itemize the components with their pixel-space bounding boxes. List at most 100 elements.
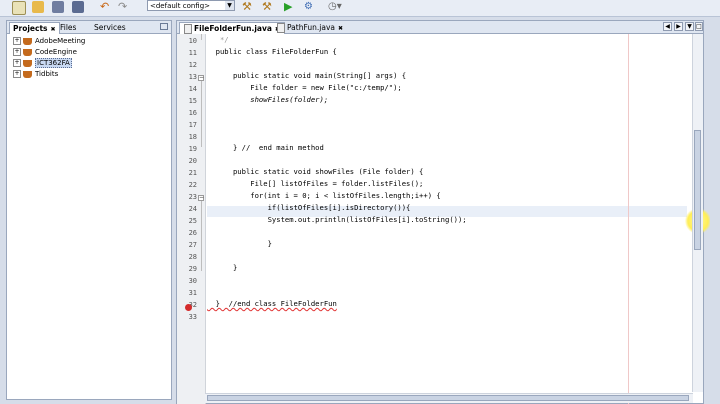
line-number: 18 [188, 133, 197, 141]
line-number: 11 [188, 49, 197, 57]
code-text: public static void main(String[] args) { [207, 71, 407, 80]
line-number: 14 [188, 85, 197, 93]
tree-item[interactable]: + CodeEngine [13, 47, 77, 57]
code-line: for(int i = 0; i < listOfFiles.length;i+… [207, 190, 440, 202]
tree-item[interactable]: + AdobeMeeting [13, 36, 85, 46]
tab-label: Services [94, 23, 126, 32]
line-number: 33 [188, 313, 197, 321]
editor-tabs: FileFolderFun.java✖ PathFun.java✖ ◀ ▶ ▼ … [177, 21, 703, 34]
close-icon[interactable]: ✖ [338, 25, 343, 32]
line-number-gutter: 10 11 12 13 14 15 16 17 18 19 20 21 22 2… [177, 34, 206, 404]
java-project-icon [23, 37, 32, 45]
code-line: } //end class FileFolderFun [207, 298, 337, 310]
vertical-scroll-thumb[interactable] [694, 130, 701, 250]
tree-item-label: ICT362FA [35, 58, 72, 68]
code-line: } [207, 238, 272, 250]
main-toolbar: ↶ ↷ <default config> ▼ ⚒ ⚒ ▶ ⚙ ◷▾ [0, 0, 720, 17]
line-number: 30 [188, 277, 197, 285]
java-project-icon [23, 70, 32, 78]
undo-icon[interactable]: ↶ [100, 1, 112, 13]
code-line: showFiles(folder); [207, 94, 328, 106]
code-line: System.out.println(listOfFiles[i].toStri… [207, 214, 467, 226]
line-number: 28 [188, 253, 197, 261]
line-number: 27 [188, 241, 197, 249]
line-number: 12 [188, 61, 197, 69]
vertical-scrollbar[interactable] [692, 34, 703, 392]
line-number: 16 [188, 109, 197, 117]
scroll-tabs-left-button[interactable]: ◀ [663, 22, 672, 31]
tree-item-label: AdobeMeeting [35, 37, 86, 45]
scroll-tabs-right-button[interactable]: ▶ [674, 22, 683, 31]
tab-services[interactable]: Services [91, 22, 129, 33]
java-project-icon [23, 59, 32, 67]
expand-icon[interactable]: + [13, 70, 21, 78]
line-number: 22 [188, 181, 197, 189]
expand-icon[interactable]: + [13, 48, 21, 56]
configuration-select[interactable]: <default config> ▼ [147, 0, 235, 11]
code-editor: FileFolderFun.java✖ PathFun.java✖ ◀ ▶ ▼ … [176, 20, 711, 404]
tab-label: FileFolderFun.java [194, 24, 272, 33]
code-line: File folder = new File("c:/temp/"); [207, 82, 402, 94]
horizontal-scrollbar[interactable] [205, 393, 693, 403]
code-line: public class FileFolderFun { [207, 46, 337, 58]
code-text: if(listOfFiles[i].isDirectory()){ [207, 203, 411, 212]
tab-pathfun[interactable]: PathFun.java ✖ [273, 22, 347, 33]
debug-icon[interactable]: ⚙ [304, 1, 316, 13]
line-number: 20 [188, 157, 197, 165]
run-icon[interactable]: ▶ [284, 1, 296, 13]
code-line: public static void showFiles (File folde… [207, 166, 423, 178]
error-icon[interactable] [185, 304, 192, 311]
code-text: } [207, 239, 272, 248]
projects-panel: Projects ✖ Files Services + AdobeMeeting +… [6, 20, 172, 400]
code-area[interactable]: */ public class FileFolderFun { public s… [207, 34, 711, 404]
redo-icon[interactable]: ↷ [118, 1, 130, 13]
code-line: File[] listOfFiles = folder.listFiles(); [207, 178, 423, 190]
build-icon[interactable]: ⚒ [242, 1, 254, 13]
code-text: */ [207, 35, 229, 44]
tree-item-label: Tidbits [35, 70, 59, 78]
maximize-window-button[interactable]: □ [695, 22, 703, 31]
tab-projects[interactable]: Projects ✖ [9, 22, 60, 34]
open-project-icon[interactable] [32, 1, 44, 13]
expand-icon[interactable]: + [13, 59, 21, 67]
clean-build-icon[interactable]: ⚒ [262, 1, 274, 13]
expand-icon[interactable]: + [13, 37, 21, 45]
line-number: 29 [188, 265, 197, 273]
line-number: 23 [188, 193, 197, 201]
java-file-icon [277, 23, 285, 33]
java-file-icon [184, 24, 192, 34]
code-text: System.out.println(listOfFiles[i].toStri… [207, 215, 467, 224]
minimize-panel-button[interactable] [160, 23, 168, 30]
horizontal-scroll-thumb[interactable] [207, 395, 689, 401]
code-line: } [207, 262, 237, 274]
save-icon[interactable] [52, 1, 64, 13]
line-number: 31 [188, 289, 197, 297]
code-text: public static void showFiles (File folde… [207, 167, 424, 176]
right-side-bar [710, 20, 720, 404]
tree-item[interactable]: + Tidbits [13, 69, 58, 79]
right-margin-guide [628, 34, 629, 404]
fold-guide [201, 34, 202, 40]
profile-icon[interactable]: ◷▾ [328, 1, 342, 13]
fold-guide [201, 81, 202, 147]
tree-item-selected[interactable]: + ICT362FA [13, 58, 72, 68]
line-number: 15 [188, 97, 197, 105]
code-text: File[] listOfFiles = folder.listFiles(); [207, 179, 424, 188]
code-line: */ [207, 34, 229, 46]
code-text: } // end main method [207, 143, 324, 152]
chevron-down-icon: ▼ [225, 1, 234, 10]
close-icon[interactable]: ✖ [51, 26, 56, 33]
code-line: } // end main method [207, 142, 324, 154]
show-opened-documents-button[interactable]: ▼ [685, 22, 694, 31]
tab-label: PathFun.java [287, 23, 335, 32]
line-number: 13 [188, 73, 197, 81]
code-text: File folder = new File("c:/temp/"); [207, 83, 402, 92]
code-text: showFiles(folder); [207, 95, 329, 104]
tab-files[interactable]: Files [57, 22, 79, 33]
code-line: if(listOfFiles[i].isDirectory()){ [207, 202, 411, 214]
save-all-icon[interactable] [72, 1, 84, 13]
new-file-icon[interactable] [12, 1, 26, 15]
projects-panel-tabs: Projects ✖ Files Services [7, 21, 171, 34]
line-number: 19 [188, 145, 197, 153]
tab-filefolderfun[interactable]: FileFolderFun.java✖ [179, 22, 285, 34]
